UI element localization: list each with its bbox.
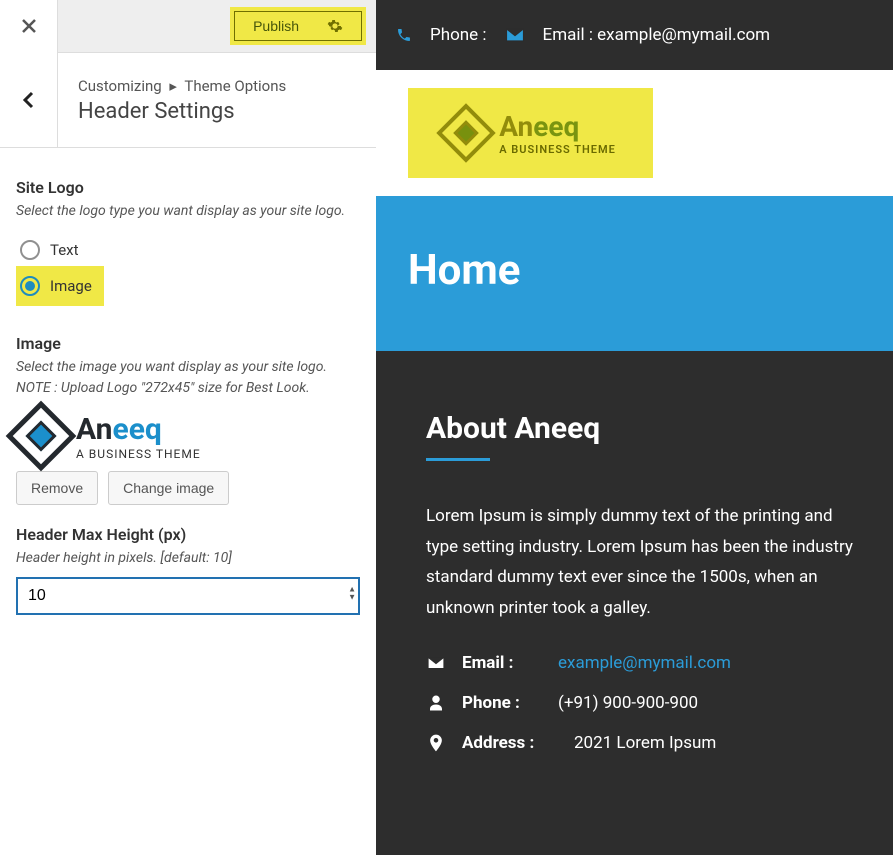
phone-icon [396,27,412,43]
site-logo[interactable]: Aneeq A BUSINESS THEME [408,88,653,178]
radio-image-option[interactable]: Image [16,266,104,306]
radio-icon [20,240,40,260]
header-logo-strip: Aneeq A BUSINESS THEME [376,70,893,196]
email-label: Email : [462,653,542,673]
logo-brand-text: Aneeq [76,412,201,447]
breadcrumb-bar: Customizing ▸ Theme Options Header Setti… [0,53,376,148]
radio-text-label: Text [50,241,79,259]
breadcrumb-separator: ▸ [169,77,177,95]
image-desc: Select the image you want display as you… [16,357,360,399]
close-icon [21,18,37,34]
header-height-input[interactable] [16,577,360,615]
about-body: Lorem Ipsum is simply dummy text of the … [426,501,861,623]
height-heading: Header Max Height (px) [16,525,360,544]
site-logo-desc: Select the logo type you want display as… [16,201,360,222]
about-heading: About Aneeq [426,411,861,446]
envelope-icon [505,27,525,43]
contact-email-row: Email : example@mymail.com [426,653,861,673]
customizer-panel: Publish Customizing ▸ Theme Options Head… [0,0,376,855]
phone-value: (+91) 900-900-900 [558,693,698,713]
breadcrumb-root: Customizing [78,77,162,95]
page-title: Header Settings [78,99,286,124]
radio-text-option[interactable]: Text [16,234,360,266]
top-contact-bar: Phone : Email : example@mymail.com [376,0,893,70]
address-label: Address : [462,733,558,753]
email-link[interactable]: example@mymail.com [558,653,731,673]
contact-phone-row: Phone : (+91) 900-900-900 [426,693,861,713]
chevron-left-icon [22,91,36,109]
gear-icon[interactable] [327,18,343,34]
customizer-topbar: Publish [0,0,376,53]
close-button[interactable] [0,0,58,53]
number-spinner[interactable]: ▲▼ [348,586,356,602]
breadcrumb: Customizing ▸ Theme Options Header Setti… [58,77,286,124]
hero-title: Home [408,246,861,295]
remove-button[interactable]: Remove [16,471,98,505]
contact-address-row: Address : 2021 Lorem Ipsum [426,733,861,753]
logo-tagline: A BUSINESS THEME [76,447,201,461]
change-image-button[interactable]: Change image [108,471,229,505]
address-value: 2021 Lorem Ipsum [574,733,716,753]
publish-button[interactable]: Publish [234,11,362,41]
logo-tagline: A BUSINESS THEME [499,143,616,156]
topbar-email-label: Email : example@mymail.com [543,25,771,45]
publish-highlight: Publish [230,7,366,45]
image-heading: Image [16,334,360,353]
user-icon [426,694,446,712]
about-section: About Aneeq Lorem Ipsum is simply dummy … [376,351,893,855]
site-preview: Phone : Email : example@mymail.com Aneeq… [376,0,893,855]
map-pin-icon [426,733,446,753]
spinner-down-icon[interactable]: ▼ [348,594,356,602]
logo-diamond-icon [6,401,77,472]
phone-label: Phone : [462,693,542,713]
envelope-icon [426,656,446,670]
hero-banner: Home [376,196,893,351]
height-desc: Header height in pixels. [default: 10] [16,548,360,569]
breadcrumb-section: Theme Options [184,77,286,95]
back-button[interactable] [0,53,58,148]
logo-preview: Aneeq A BUSINESS THEME [16,411,360,461]
customizer-body: Site Logo Select the logo type you want … [0,148,376,855]
radio-image-label: Image [50,277,92,295]
radio-icon [20,276,40,296]
publish-label: Publish [253,18,299,34]
logo-diamond-icon [436,103,495,162]
heading-underline [426,458,490,461]
logo-brand-text: Aneeq [499,110,616,143]
topbar-phone-label: Phone : [430,25,487,45]
site-logo-heading: Site Logo [16,178,360,197]
